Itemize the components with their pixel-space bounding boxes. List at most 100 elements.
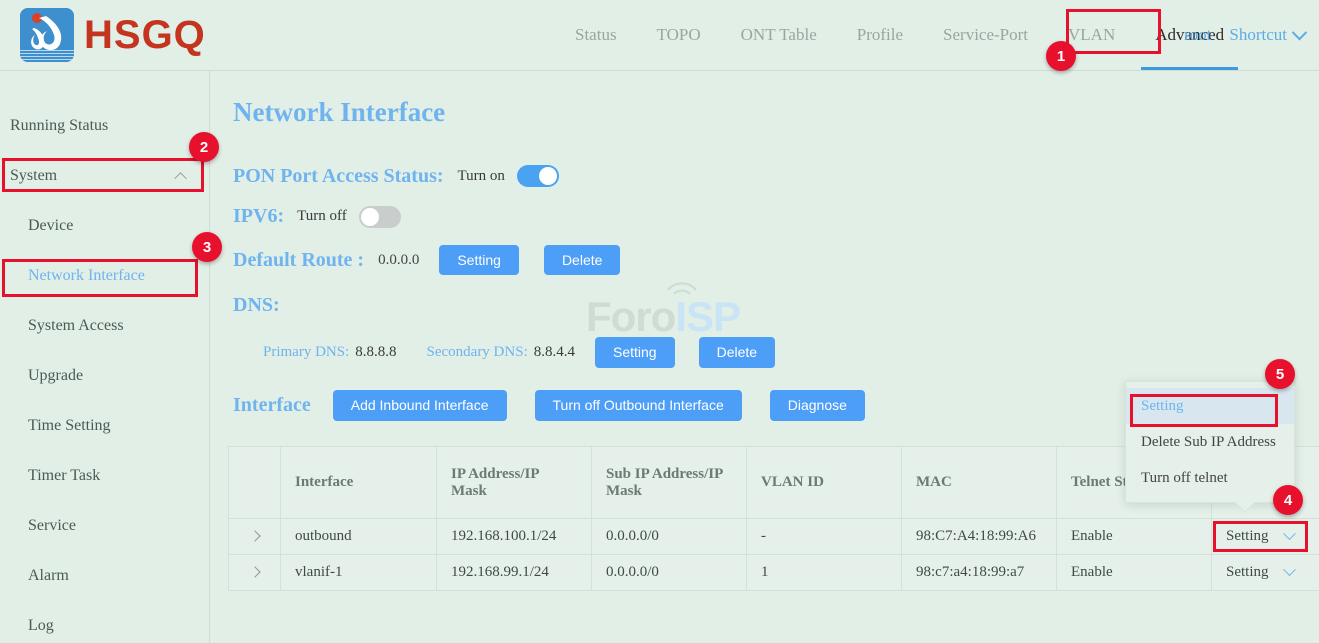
row-expand-toggle[interactable]	[229, 519, 281, 555]
cell-telnet-status: Enable	[1057, 555, 1212, 591]
sidebar-item-label: Timer Task	[28, 467, 100, 485]
secondary-dns-value: 8.8.4.4	[534, 344, 575, 361]
turn-off-outbound-interface-button[interactable]: Turn off Outbound Interface	[535, 390, 742, 421]
row-expand-toggle[interactable]	[229, 555, 281, 591]
interface-table-body: outbound 192.168.100.1/24 0.0.0.0/0 - 98…	[229, 519, 1319, 591]
ipv6-state-text: Turn off	[297, 208, 347, 225]
row-setting-dropdown-trigger[interactable]: Setting	[1212, 555, 1319, 591]
pon-port-toggle[interactable]	[517, 165, 559, 187]
annotation-badge-1: 1	[1046, 41, 1076, 71]
top-bar-right: root Shortcut	[1184, 0, 1305, 70]
logo-stripes	[20, 50, 74, 60]
sidebar-item-running-status[interactable]: Running Status	[0, 101, 209, 151]
col-expand	[229, 447, 281, 519]
cell-sub-ip-address-mask: 0.0.0.0/0	[592, 519, 747, 555]
dns-delete-button[interactable]: Delete	[699, 337, 775, 368]
sidebar-item-system[interactable]: System	[0, 151, 209, 201]
chevron-right-icon	[249, 530, 260, 541]
sidebar-item-system-access[interactable]: System Access	[0, 301, 209, 351]
col-interface: Interface	[281, 447, 437, 519]
brand-name: HSGQ	[84, 15, 206, 55]
toggle-knob	[539, 167, 557, 185]
nav-item-profile[interactable]: Profile	[837, 0, 923, 70]
primary-dns-value: 8.8.8.8	[355, 344, 396, 361]
sidebar-item-log[interactable]: Log	[0, 601, 209, 643]
chevron-down-icon	[1283, 563, 1296, 576]
cell-interface: outbound	[281, 519, 437, 555]
sidebar-item-alarm[interactable]: Alarm	[0, 551, 209, 601]
nav-item-topo[interactable]: TOPO	[637, 0, 721, 70]
operation-dropdown-menu: Setting Delete Sub IP Address Turn off t…	[1125, 381, 1295, 503]
cell-vlan-id: -	[747, 519, 902, 555]
annotation-badge-4: 4	[1273, 485, 1303, 515]
logo-swoosh-icon	[26, 14, 68, 52]
ipv6-label: IPV6:	[233, 205, 284, 228]
pon-port-state-text: Turn on	[458, 168, 505, 185]
cell-ip-address-mask: 192.168.100.1/24	[437, 519, 592, 555]
shortcut-label: Shortcut	[1229, 25, 1287, 45]
cell-ip-address-mask: 192.168.99.1/24	[437, 555, 592, 591]
row-setting-label: Setting	[1226, 528, 1269, 544]
table-row: outbound 192.168.100.1/24 0.0.0.0/0 - 98…	[229, 519, 1319, 555]
ipv6-toggle[interactable]	[359, 206, 401, 228]
cell-mac: 98:c7:a4:18:99:a7	[902, 555, 1057, 591]
primary-dns-label: Primary DNS:	[263, 344, 349, 361]
col-ip-address-mask: IP Address/IP Mask	[437, 447, 592, 519]
pon-port-access-label: PON Port Access Status:	[233, 165, 444, 188]
pon-port-access-row: PON Port Access Status: Turn on	[233, 156, 1319, 196]
annotation-badge-3: 3	[192, 232, 222, 262]
sidebar-item-network-interface[interactable]: Network Interface	[0, 251, 209, 301]
sidebar-item-service[interactable]: Service	[0, 501, 209, 551]
cell-sub-ip-address-mask: 0.0.0.0/0	[592, 555, 747, 591]
dropdown-item-turn-off-telnet[interactable]: Turn off telnet	[1126, 460, 1294, 496]
diagnose-button[interactable]: Diagnose	[770, 390, 865, 421]
sidebar-item-label: Service	[28, 517, 76, 535]
default-route-label: Default Route :	[233, 249, 364, 272]
app-root: HSGQ Status TOPO ONT Table Profile Servi…	[0, 0, 1319, 643]
sidebar-item-timer-task[interactable]: Timer Task	[0, 451, 209, 501]
default-route-delete-button[interactable]: Delete	[544, 245, 620, 275]
row-setting-dropdown-trigger[interactable]: Setting	[1212, 519, 1319, 555]
top-bar: HSGQ Status TOPO ONT Table Profile Servi…	[0, 0, 1319, 71]
sidebar-item-label: System Access	[28, 317, 124, 335]
nav-item-service-port[interactable]: Service-Port	[923, 0, 1048, 70]
ipv6-row: IPV6: Turn off	[233, 196, 1319, 237]
cell-vlan-id: 1	[747, 555, 902, 591]
default-route-row: Default Route : 0.0.0.0 Setting Delete	[233, 237, 1319, 283]
toggle-knob	[361, 208, 379, 226]
sidebar: Running Status System Device Network Int…	[0, 71, 210, 643]
default-route-setting-button[interactable]: Setting	[439, 245, 519, 275]
dns-label: DNS:	[233, 294, 280, 317]
shortcut-menu[interactable]: Shortcut	[1229, 25, 1305, 45]
cell-telnet-status: Enable	[1057, 519, 1212, 555]
dns-values-row: Primary DNS: 8.8.8.8 Secondary DNS: 8.8.…	[233, 327, 1319, 377]
dropdown-item-setting[interactable]: Setting	[1126, 388, 1294, 424]
cell-interface: vlanif-1	[281, 555, 437, 591]
sidebar-item-label: Upgrade	[28, 367, 83, 385]
nav-item-ont-table[interactable]: ONT Table	[721, 0, 837, 70]
sidebar-item-label: Network Interface	[28, 267, 145, 285]
nav-item-status[interactable]: Status	[555, 0, 637, 70]
dns-section-title-row: DNS:	[233, 283, 1319, 327]
brand-logo[interactable]: HSGQ	[20, 8, 206, 62]
sidebar-item-upgrade[interactable]: Upgrade	[0, 351, 209, 401]
interface-section-label: Interface	[233, 394, 311, 417]
chevron-down-icon	[1292, 24, 1308, 40]
default-route-value: 0.0.0.0	[378, 252, 419, 269]
sidebar-item-label: Running Status	[10, 117, 108, 135]
annotation-badge-2: 2	[189, 132, 219, 162]
secondary-dns-label: Secondary DNS:	[427, 344, 528, 361]
page-title: Network Interface	[233, 97, 1319, 128]
sidebar-item-device[interactable]: Device	[0, 201, 209, 251]
sidebar-item-label: Time Setting	[28, 417, 111, 435]
row-setting-label: Setting	[1226, 564, 1269, 580]
add-inbound-interface-button[interactable]: Add Inbound Interface	[333, 390, 507, 421]
dns-setting-button[interactable]: Setting	[595, 337, 675, 368]
user-menu-root[interactable]: root	[1184, 25, 1211, 45]
dropdown-item-delete-sub-ip-address[interactable]: Delete Sub IP Address	[1126, 424, 1294, 460]
col-mac: MAC	[902, 447, 1057, 519]
table-row: vlanif-1 192.168.99.1/24 0.0.0.0/0 1 98:…	[229, 555, 1319, 591]
sidebar-item-time-setting[interactable]: Time Setting	[0, 401, 209, 451]
sidebar-item-label: Alarm	[28, 567, 69, 585]
sidebar-item-label: Device	[28, 217, 73, 235]
